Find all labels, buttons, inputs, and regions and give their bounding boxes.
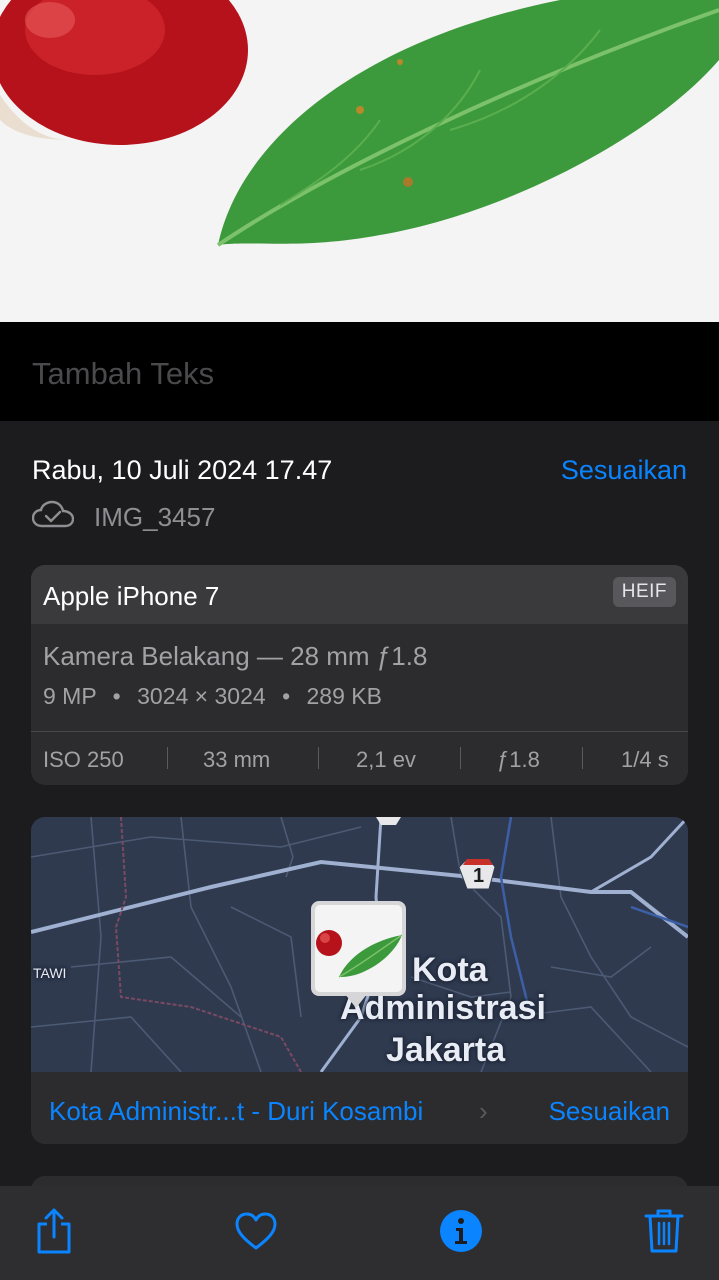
chevron-right-icon: › (479, 1096, 488, 1126)
info-button[interactable] (436, 1208, 486, 1258)
trash-icon (644, 1207, 684, 1260)
info-icon (439, 1209, 483, 1258)
camera-info-card: Apple iPhone 7 HEIF Kamera Belakang — 28… (31, 565, 688, 785)
location-row: Kota Administr...t - Duri Kosambi › Sesu… (31, 1072, 688, 1144)
image-specs: 9 MP • 3024 × 3024 • 289 KB (43, 683, 382, 710)
exif-exposure: 2,1 ev (356, 747, 416, 772)
lens-info: Kamera Belakang — 28 mm ƒ1.8 (43, 641, 428, 671)
photo-map-pin[interactable] (311, 901, 406, 996)
map-city-line3: Jakarta (386, 1031, 506, 1069)
format-badge: HEIF (612, 577, 676, 607)
favorite-button[interactable] (231, 1208, 281, 1258)
pin-thumbnail (315, 905, 402, 992)
device-name: Apple iPhone 7 (43, 581, 220, 611)
photo-datetime: Rabu, 10 Juli 2024 17.47 (32, 455, 333, 485)
exif-shutter: 1/4 s (621, 747, 669, 772)
resolution: 3024 × 3024 (137, 683, 266, 709)
bottom-toolbar (0, 1186, 719, 1280)
share-icon (34, 1207, 74, 1260)
share-button[interactable] (29, 1208, 79, 1258)
heart-icon (234, 1211, 278, 1256)
file-name: IMG_3457 (94, 501, 216, 532)
adjust-datetime-button[interactable]: Sesuaikan (561, 455, 687, 486)
exif-aperture: ƒ1.8 (497, 747, 540, 772)
adjust-location-button[interactable]: Sesuaikan (549, 1096, 670, 1127)
exif-row: ISO 250 33 mm 2,1 ev ƒ1.8 1/4 s (31, 732, 688, 785)
photo-image (0, 0, 719, 247)
road-badge-label: 1 (473, 865, 485, 887)
photo-preview[interactable] (0, 0, 719, 322)
exif-separator (318, 747, 319, 769)
location-name-link[interactable]: Kota Administr...t - Duri Kosambi (49, 1096, 423, 1127)
delete-button[interactable] (639, 1208, 689, 1258)
pin-tail (345, 994, 367, 1008)
exif-separator (460, 747, 461, 769)
camera-card-header: Apple iPhone 7 HEIF (31, 565, 688, 624)
icloud-check-icon (31, 500, 75, 535)
location-map[interactable]: 1 TAWI Kota Administrasi Jakarta (31, 817, 688, 1072)
caption-placeholder[interactable]: Tambah Teks (32, 356, 214, 392)
spec-separator: • (282, 683, 291, 709)
file-row: IMG_3457 (31, 500, 216, 535)
spec-separator: • (112, 683, 121, 709)
map-city-line1: Kota (412, 951, 488, 989)
file-size: 289 KB (306, 683, 382, 709)
location-card: 1 TAWI Kota Administrasi Jakarta Kota Ad… (31, 817, 688, 1144)
exif-separator (582, 747, 583, 769)
megapixels: 9 MP (43, 683, 97, 709)
exif-separator (167, 747, 168, 769)
exif-focal-length: 33 mm (203, 747, 271, 772)
caption-field[interactable]: Tambah Teks (0, 322, 719, 421)
exif-iso: ISO 250 (43, 747, 124, 772)
map-area-label: TAWI (33, 965, 67, 981)
